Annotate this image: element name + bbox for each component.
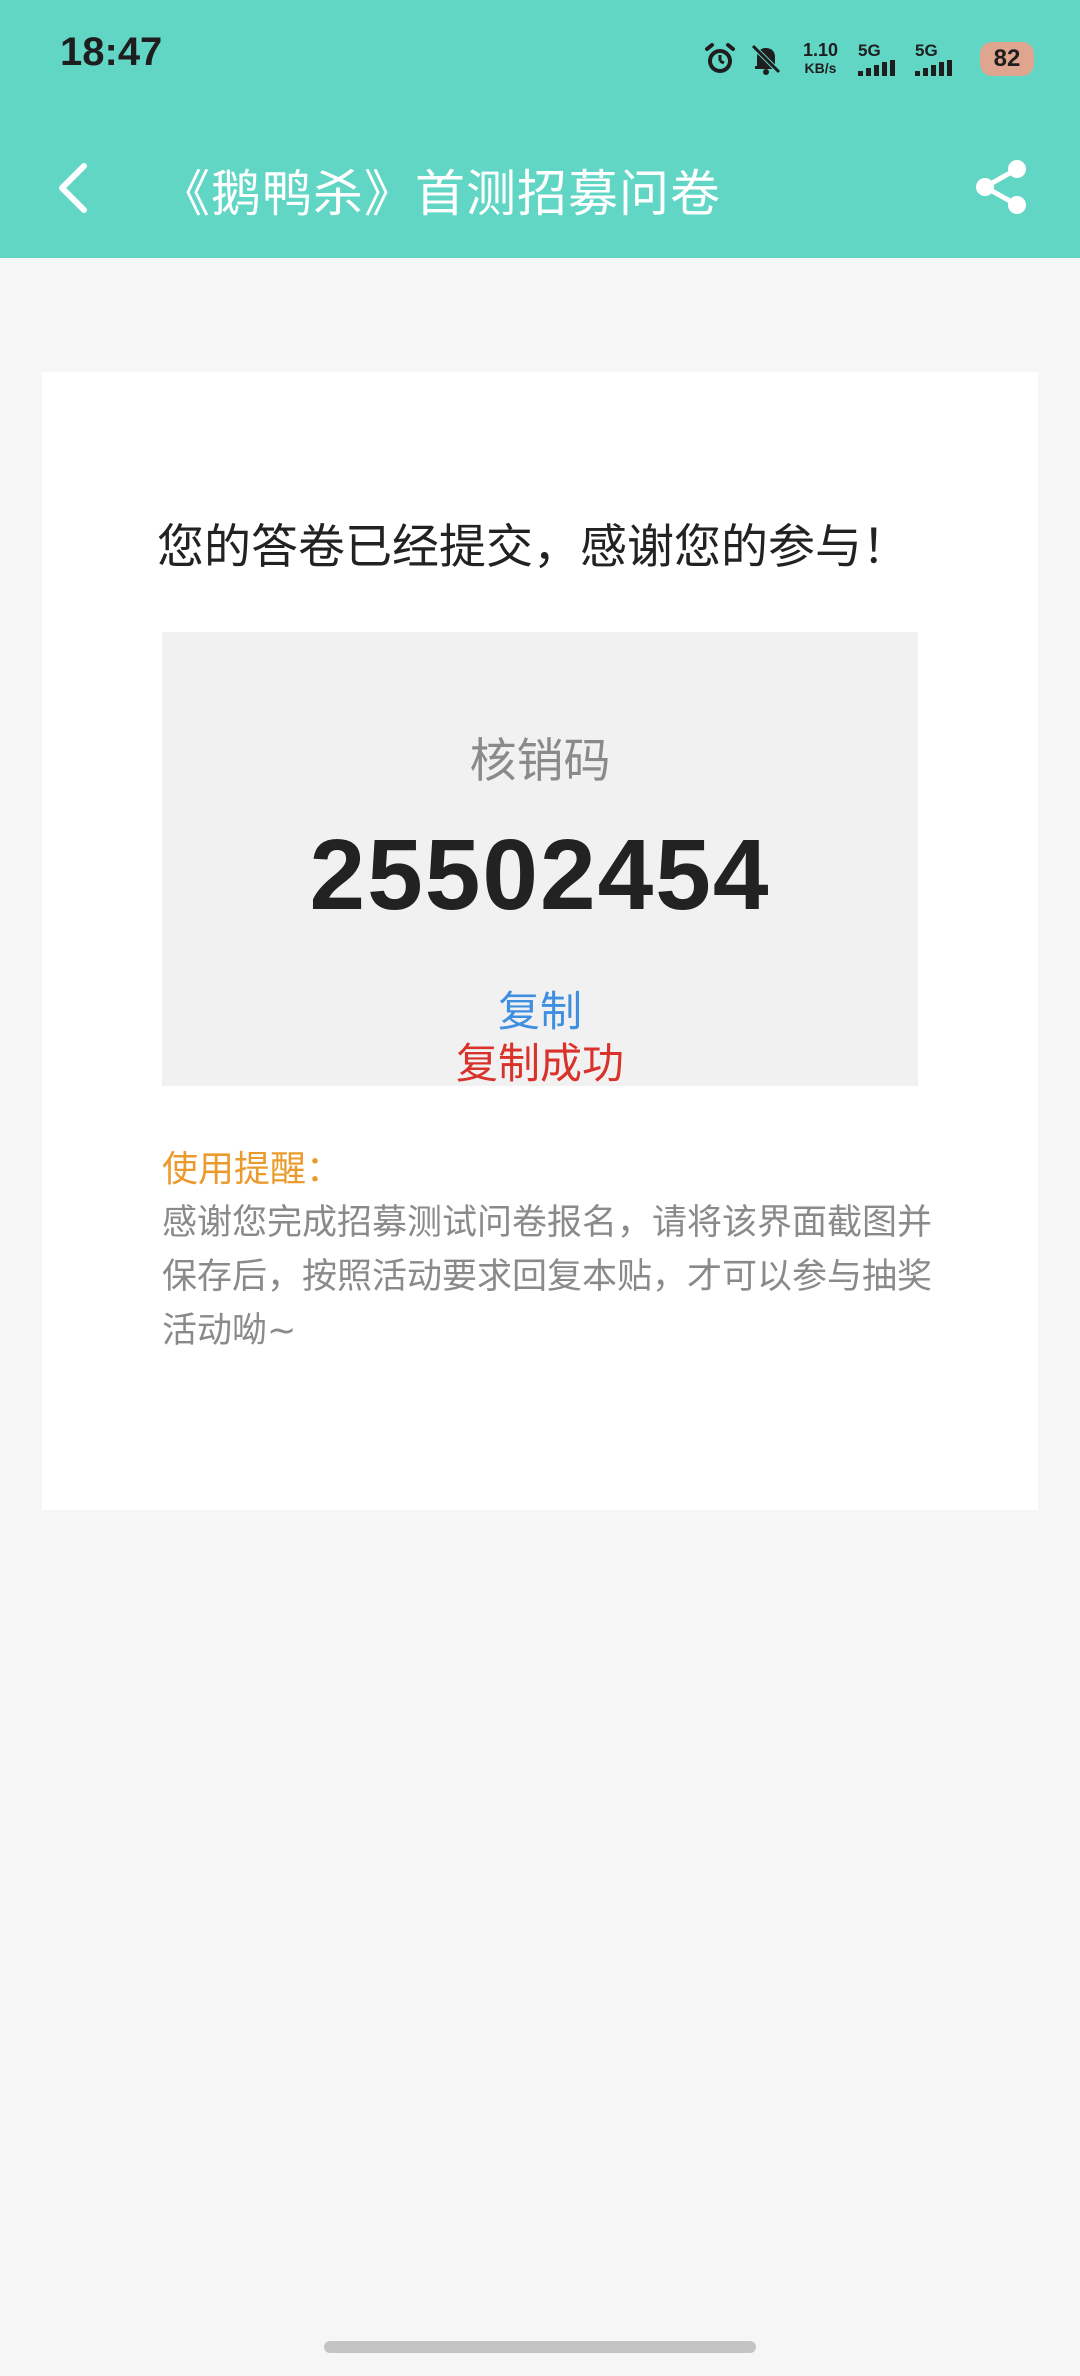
home-indicator[interactable] (324, 2341, 756, 2353)
page-title: 《鹅鸭杀》首测招募问卷 (160, 165, 721, 223)
sim1-signal: 5G (858, 42, 895, 76)
result-card: 您的答卷已经提交，感谢您的参与！ 核销码 25502454 复制 复制成功 使用… (42, 372, 1038, 1510)
usage-reminder-text: 感谢您完成招募测试问卷报名，请将该界面截图并保存后，按照活动要求回复本贴，才可以… (162, 1203, 933, 1351)
alarm-icon (703, 42, 737, 76)
redemption-code-value: 25502454 (309, 819, 771, 931)
battery-indicator: 82 (980, 42, 1034, 76)
signal-bars-icon (915, 60, 952, 76)
battery-level: 82 (993, 45, 1021, 72)
redemption-code-label: 核销码 (469, 734, 611, 789)
submission-success-message: 您的答卷已经提交，感谢您的参与！ (157, 520, 909, 575)
share-button[interactable] (964, 150, 1038, 224)
network-speed-unit: KB/s (804, 60, 837, 76)
network-speed-value: 1.10 (802, 40, 838, 60)
chevron-left-icon (59, 163, 87, 213)
share-icon (976, 160, 1026, 214)
sim2-signal: 5G (915, 42, 952, 76)
status-icons: 1.10 KB/s 5G 5G 82 (703, 34, 1034, 84)
usage-reminder-title: 使用提醒： (162, 1149, 343, 1190)
top-app-bar: 18:47 1.10 KB/s 5G 5G 82 《鹅鸭杀》首测招募问卷 (0, 0, 1080, 258)
signal-bars-icon (858, 60, 895, 76)
redemption-code-box: 核销码 25502454 复制 复制成功 (162, 632, 918, 1088)
status-time: 18:47 (60, 30, 163, 74)
copy-success-message: 复制成功 (455, 1039, 624, 1088)
sim2-network-label: 5G (915, 41, 938, 60)
network-speed: 1.10 KB/s (803, 41, 838, 77)
sim1-network-label: 5G (858, 41, 881, 60)
back-button[interactable] (44, 148, 100, 228)
bell-muted-icon (749, 42, 783, 76)
